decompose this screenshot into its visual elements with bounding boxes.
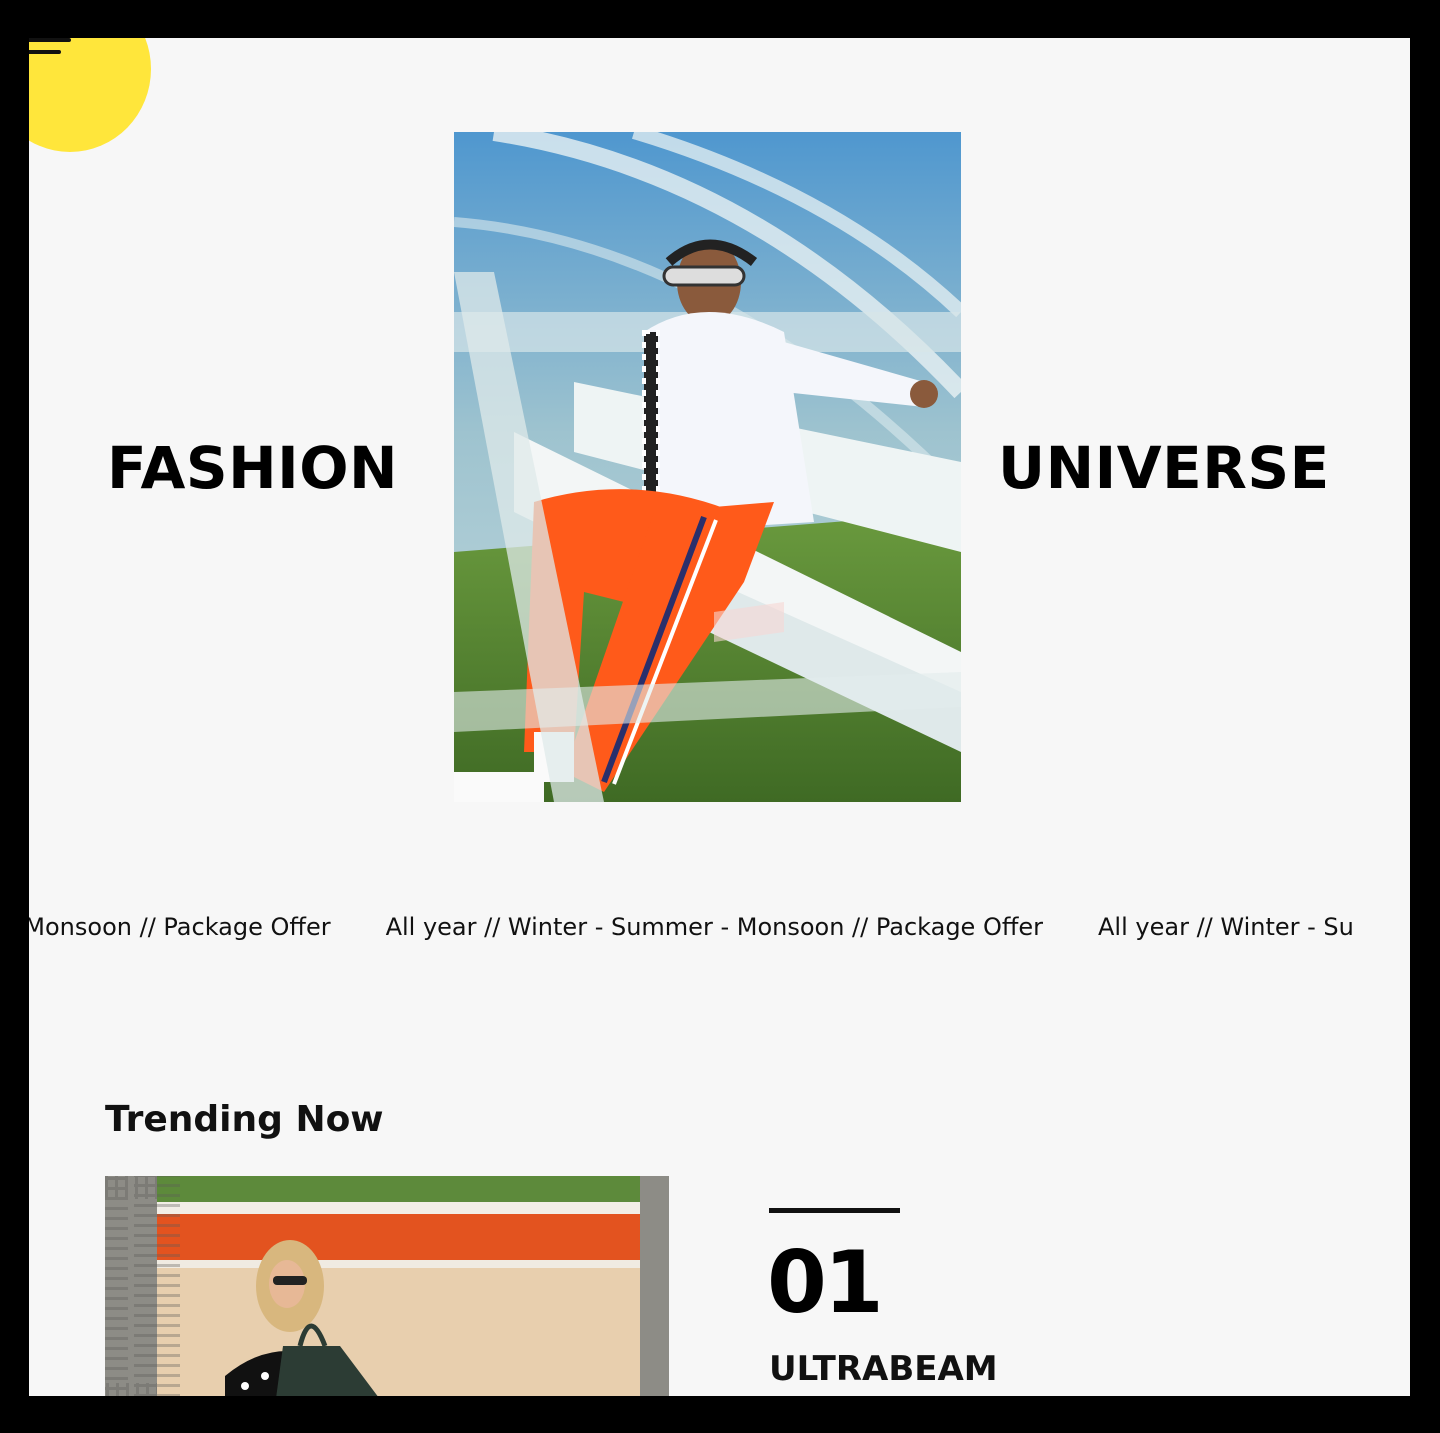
marquee-item: - Monsoon // Package Offer <box>29 913 331 941</box>
marquee-item: All year // Winter - Summer - Monsoon //… <box>385 913 1044 941</box>
menu-button[interactable] <box>29 38 151 152</box>
trending-item-number: 01 <box>767 1233 884 1333</box>
offer-marquee: - Monsoon // Package Offer All year // Wi… <box>29 908 1410 948</box>
marquee-item: All year // Winter - Su <box>1098 913 1354 941</box>
marquee-track: - Monsoon // Package Offer All year // Wi… <box>29 908 1409 946</box>
trending-section-title: Trending Now <box>105 1099 384 1140</box>
trending-item-photo[interactable] <box>105 1176 669 1396</box>
trending-item-name[interactable]: ULTRABEAM <box>769 1346 998 1392</box>
trending-item-image <box>105 1176 669 1396</box>
hero-word-left: FASHION <box>107 434 399 502</box>
trending-item-divider <box>769 1208 900 1213</box>
hero-word-right: UNIVERSE <box>998 434 1330 502</box>
page-frame: FASHION UNIVERSE - Monsoon // Package Of… <box>29 38 1410 1396</box>
hero-photo-image <box>454 132 961 802</box>
hero-photo <box>454 132 961 802</box>
hamburger-menu-icon <box>29 38 75 58</box>
